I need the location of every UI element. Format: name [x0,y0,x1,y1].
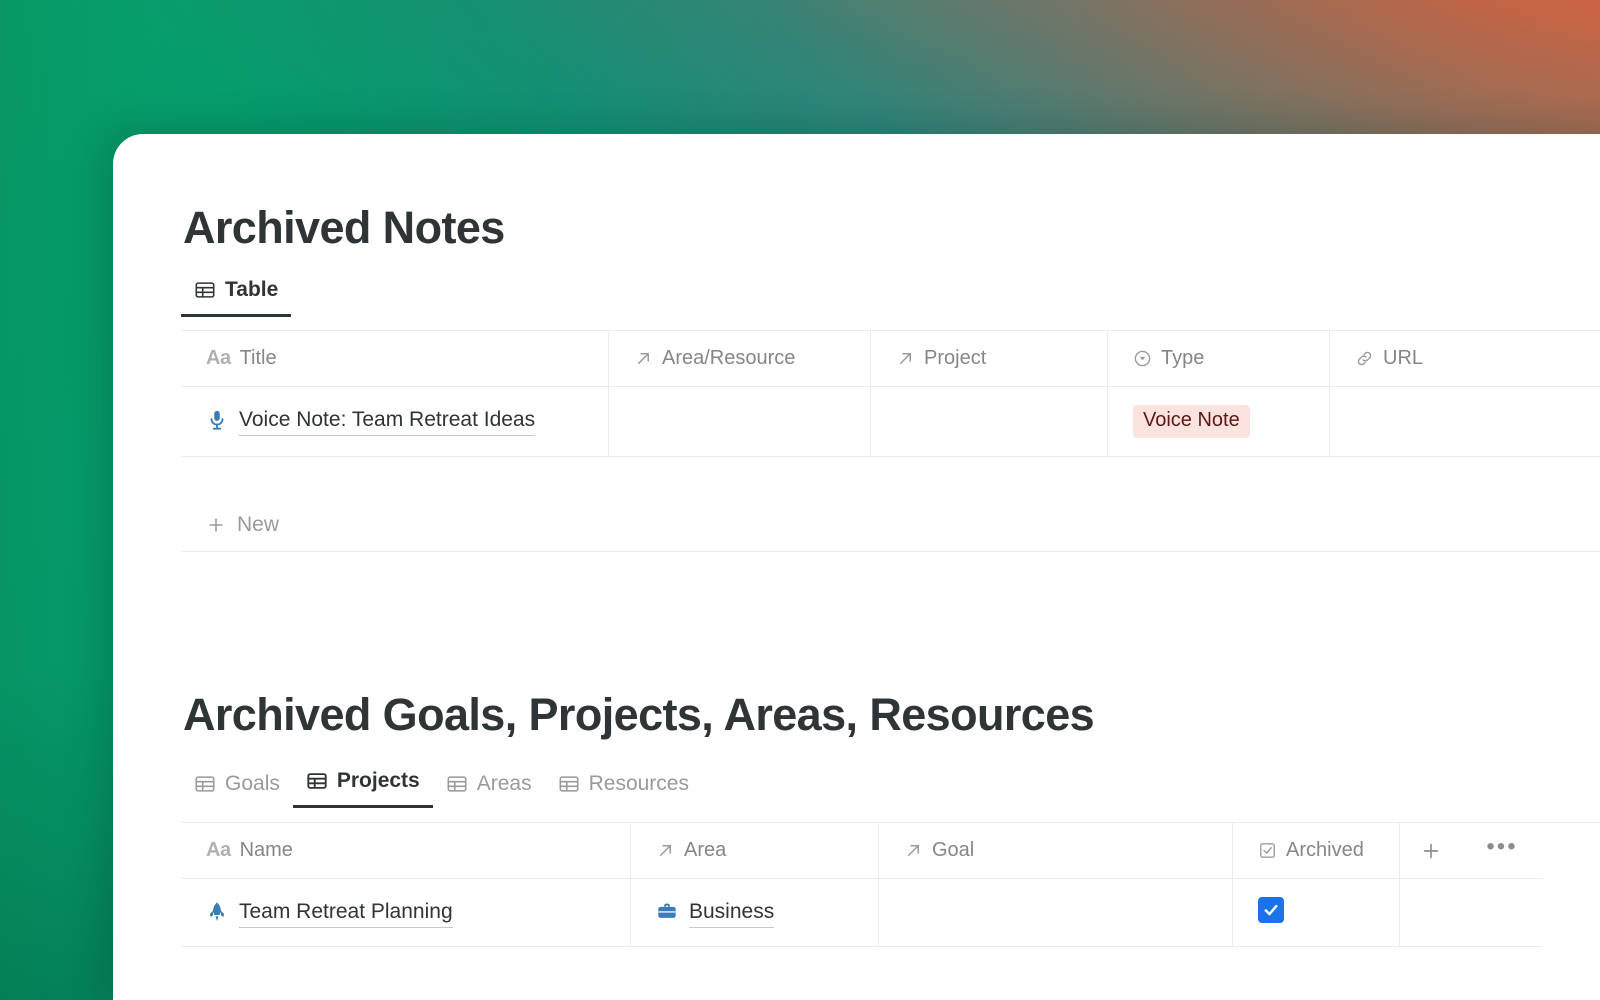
archived-checkbox[interactable] [1258,897,1284,923]
archived-notes-table: Aa Title Area/Resource Project Type URL … [181,330,1600,457]
briefcase-icon [656,900,678,922]
table-row[interactable]: Team Retreat Planning Business [181,879,1600,947]
column-header-area[interactable]: Area [631,823,879,879]
plus-icon [1420,840,1442,862]
column-header-label: Name [239,839,293,861]
column-header-goal[interactable]: Goal [879,823,1233,879]
table-row[interactable]: Voice Note: Team Retreat Ideas Voice Not… [181,387,1600,457]
column-header-label: Title [239,347,277,369]
cell-url[interactable] [1330,387,1600,457]
tab-areas[interactable]: Areas [433,768,545,808]
tab-label: Areas [476,772,532,795]
plus-icon [206,515,226,535]
project-name[interactable]: Team Retreat Planning [239,897,453,928]
page-title-archived-notes: Archived Notes [183,202,505,253]
column-header-area-resource[interactable]: Area/Resource [609,331,871,387]
cell-row-spacer [1400,879,1542,947]
cell-goal[interactable] [879,879,1233,947]
new-row-label: New [237,512,280,536]
notion-page-card: Archived Notes Table Aa Title Area/Resou… [113,134,1600,1000]
archived-projects-table: Aa Name Area Goal Archived ••• Team Retr… [181,822,1600,947]
column-header-label: Project [924,347,987,369]
archive-view-tabs: Goals Projects Areas Resources [181,765,702,808]
column-header-label: Type [1161,347,1205,369]
column-header-label: Archived [1286,839,1364,861]
title-aa-icon: Aa [206,347,231,369]
view-tab-table[interactable]: Table [181,274,292,317]
table-icon [306,770,328,792]
column-header-label: Area [684,839,727,861]
tab-label: Resources [588,772,689,795]
table-header-row: Aa Name Area Goal Archived ••• [181,823,1600,879]
notes-view-tabs: Table [181,274,292,317]
column-header-name[interactable]: Aa Name [181,823,631,879]
checkbox-icon [1258,841,1277,860]
table-icon [194,279,216,301]
cell-type[interactable]: Voice Note [1108,387,1330,457]
new-project-row-button[interactable]: New [181,990,1600,1000]
tab-label: Goals [225,772,280,795]
area-name[interactable]: Business [689,897,775,928]
cell-project[interactable] [871,387,1108,457]
cell-area[interactable]: Business [631,879,879,947]
status-badge-voice-note: Voice Note [1133,405,1250,438]
relation-arrow-icon [634,349,653,368]
tab-label: Projects [336,769,420,792]
more-options-button[interactable]: ••• [1462,823,1542,879]
column-header-label: URL [1383,347,1424,369]
table-icon [194,773,216,795]
page-title-archived-archive: Archived Goals, Projects, Areas, Resourc… [183,689,1095,740]
microphone-icon [206,408,228,432]
cell-area-resource[interactable] [609,387,871,457]
select-icon [1133,349,1152,368]
column-header-archived[interactable]: Archived [1233,823,1400,879]
relation-arrow-icon [656,841,675,860]
column-header-project[interactable]: Project [871,331,1108,387]
table-header-row: Aa Title Area/Resource Project Type URL [181,331,1600,387]
column-header-label: Area/Resource [662,347,796,369]
tab-projects[interactable]: Projects [292,765,433,808]
table-icon [446,773,468,795]
new-note-row-button[interactable]: New [181,498,1600,552]
view-tab-label: Table [225,278,279,301]
relation-arrow-icon [904,841,923,860]
tab-goals[interactable]: Goals [181,768,293,808]
cell-title[interactable]: Voice Note: Team Retreat Ideas [181,387,609,457]
ellipsis-icon: ••• [1486,832,1518,860]
link-icon [1355,349,1374,368]
table-icon [558,773,580,795]
note-title[interactable]: Voice Note: Team Retreat Ideas [239,405,536,436]
column-header-label: Goal [932,839,975,861]
column-header-url[interactable]: URL [1330,331,1600,387]
rocket-icon [206,900,228,924]
title-aa-icon: Aa [206,839,231,861]
cell-archived[interactable] [1233,879,1400,947]
cell-name[interactable]: Team Retreat Planning [181,879,631,947]
relation-arrow-icon [896,349,915,368]
add-column-button[interactable] [1400,823,1462,879]
column-header-type[interactable]: Type [1108,331,1330,387]
column-header-title[interactable]: Aa Title [181,331,609,387]
tab-resources[interactable]: Resources [545,768,702,808]
